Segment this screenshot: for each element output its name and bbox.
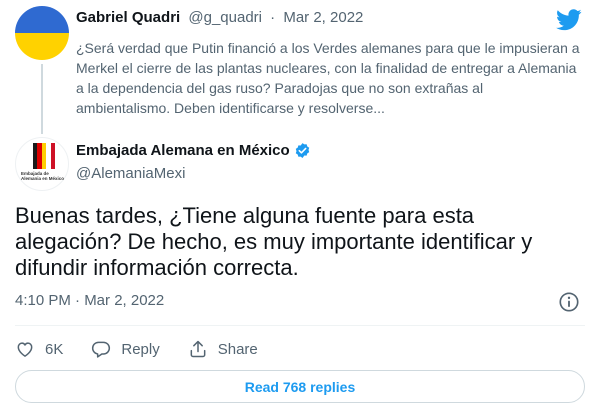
tweet-actions: 6K Reply Share: [15, 337, 258, 361]
reply-icon: [92, 341, 111, 358]
tweet-text: Buenas tardes, ¿Tiene alguna fuente para…: [15, 203, 533, 280]
parent-tweet-text: ¿Será verdad que Putin financió a los Ve…: [76, 40, 580, 116]
author-name[interactable]: Embajada Alemana en México: [76, 142, 290, 159]
ukraine-flag-avatar[interactable]: [15, 6, 69, 60]
divider: [15, 325, 585, 326]
tweet-timestamp[interactable]: 4:10 PM · Mar 2, 2022: [15, 292, 164, 309]
thread-connector-line: [41, 64, 43, 134]
germany-mexico-flag-logo: [33, 143, 56, 169]
author-name-row[interactable]: Embajada Alemana en México: [76, 142, 311, 159]
parent-author-handle[interactable]: @g_quadri: [188, 9, 262, 26]
reply-label: Reply: [121, 340, 160, 358]
parent-author-name[interactable]: Gabriel Quadri: [76, 9, 180, 26]
parent-tweet-header: Gabriel Quadri @g_quadri · Mar 2, 2022: [76, 9, 363, 26]
like-count: 6K: [45, 340, 64, 358]
parent-tweet[interactable]: Gabriel Quadri @g_quadri · Mar 2, 2022 ¿…: [0, 0, 600, 140]
share-button[interactable]: Share: [188, 339, 258, 359]
read-replies-button[interactable]: Read 768 replies: [15, 370, 585, 403]
share-label: Share: [217, 340, 258, 358]
embassy-avatar[interactable]: Embajada de Alemania en México: [15, 137, 69, 191]
share-icon: [190, 340, 206, 358]
heart-icon: [17, 342, 33, 357]
parent-separator: ·: [270, 9, 276, 26]
like-button[interactable]: 6K: [15, 339, 63, 359]
info-icon[interactable]: [558, 291, 580, 313]
parent-date[interactable]: Mar 2, 2022: [283, 9, 363, 26]
author-handle[interactable]: @AlemaniaMexi: [76, 165, 185, 182]
twitter-bird-icon[interactable]: [556, 9, 582, 31]
reply-button[interactable]: Reply: [91, 339, 160, 359]
verified-badge-icon: [295, 143, 309, 158]
avatar-caption: Embajada de Alemania en México: [21, 171, 65, 181]
